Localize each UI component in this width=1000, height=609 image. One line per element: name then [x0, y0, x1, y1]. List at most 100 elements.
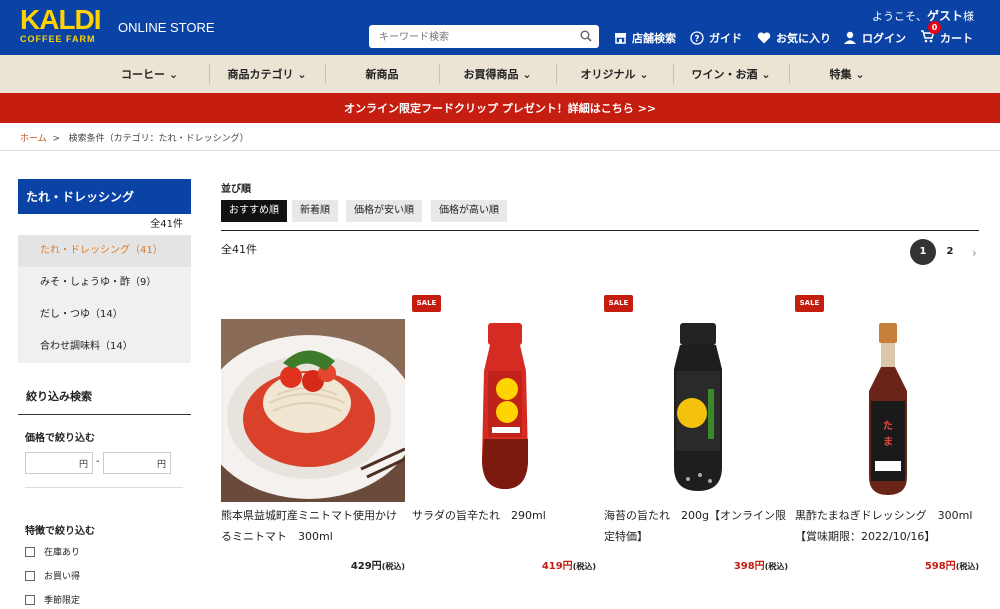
product-price: 429円(税込) [351, 557, 405, 572]
product-image[interactable]: た ま [795, 319, 979, 502]
login-label: ログイン [862, 32, 906, 45]
login-link[interactable]: ログイン [843, 30, 906, 46]
favorites-link[interactable]: お気に入り [757, 30, 831, 46]
menu-features-label: 特集 [829, 68, 852, 81]
menu-wine-label: ワイン・お酒 [691, 68, 758, 81]
filter-in-stock[interactable]: 在庫あり [25, 545, 80, 558]
site-header: KALDI COFFEE FARM ONLINE STORE ようこそ、ゲスト様… [0, 0, 1000, 55]
page-1[interactable]: 1 [910, 239, 936, 265]
sort-recommended[interactable]: おすすめ順 [221, 200, 287, 222]
product-name[interactable]: サラダの旨辛たれ 290ml [412, 505, 596, 526]
sale-badge: SALE [795, 295, 824, 312]
checkbox[interactable] [25, 546, 35, 557]
menu-wine[interactable]: ワイン・お酒 ⌄ [673, 55, 789, 93]
store-search-link[interactable]: 店舗検索 [614, 30, 676, 46]
results-total: 全41件 [221, 243, 257, 256]
store-label: ONLINE STORE [118, 20, 215, 35]
menu-original-label: オリジナル [580, 68, 636, 81]
subcategory-dashi-tsuyu[interactable]: だし・つゆ（14） [18, 299, 191, 331]
price-unit: 円 [156, 460, 166, 470]
store-search-label: 店舗検索 [632, 32, 676, 45]
search-icon[interactable] [580, 30, 592, 42]
divider [0, 150, 1000, 151]
menu-new-items[interactable]: 新商品 [325, 55, 439, 93]
favorites-label: お気に入り [776, 32, 831, 45]
breadcrumb-current: 検索条件（カテゴリ：たれ・ドレッシング） [68, 134, 249, 144]
cart-link[interactable]: 0 カート [920, 21, 973, 46]
price-min-input[interactable]: 円 [25, 452, 93, 474]
product-image[interactable] [412, 319, 596, 502]
filter-in-stock-label: 在庫あり [44, 548, 81, 558]
subcategory-dressing[interactable]: たれ・ドレッシング（41） [18, 235, 191, 267]
filter-bargain-label: お買い得 [44, 572, 81, 582]
breadcrumb-home[interactable]: ホーム [20, 134, 47, 144]
breadcrumb: ホーム > 検索条件（カテゴリ：たれ・ドレッシング） [20, 131, 249, 144]
tax-label: (税込) [955, 562, 979, 571]
promo-banner[interactable]: オンライン限定フードクリップ プレゼント！詳細はこちら >> [0, 93, 1000, 123]
price-max-input[interactable]: 円 [103, 452, 171, 474]
guide-link[interactable]: ? ガイド [690, 30, 742, 46]
product-image[interactable] [221, 319, 405, 502]
checkbox[interactable] [25, 570, 35, 581]
menu-coffee-label: コーヒー [120, 68, 165, 81]
menu-deals-label: お買得商品 [463, 68, 519, 81]
filter-bargain[interactable]: お買い得 [25, 569, 80, 582]
subcategory-miso-soy-vinegar[interactable]: みそ・しょうゆ・酢（9） [18, 267, 191, 299]
price-value: 598円 [924, 561, 956, 572]
store-icon [615, 33, 626, 44]
cart-count-badge: 0 [928, 21, 941, 34]
price-value: 398円 [733, 561, 765, 572]
menu-features[interactable]: 特集 ⌄ [789, 55, 905, 93]
sort-price-low[interactable]: 価格が安い順 [346, 200, 422, 222]
menu-new-items-label: 新商品 [365, 68, 399, 81]
filter-seasonal[interactable]: 季節限定 [25, 593, 80, 606]
price-unit: 円 [78, 460, 88, 470]
product-image[interactable] [604, 319, 788, 502]
chevron-down-icon: ⌄ [168, 67, 179, 81]
sale-badge: SALE [412, 295, 441, 312]
svg-text:ま: ま [883, 436, 893, 448]
kaldi-logo[interactable]: KALDI COFFEE FARM [20, 4, 102, 45]
menu-categories[interactable]: 商品カテゴリ ⌄ [209, 55, 325, 93]
product-name[interactable]: 海苔の旨たれ 200g【オンライン限定特価】 [604, 505, 788, 547]
page-2[interactable]: 2 [937, 239, 963, 265]
product-name[interactable]: 熊本県益城町産ミニトマト使用かけるミニトマト 300ml [221, 505, 405, 547]
product-price: 419円(税込) [542, 557, 596, 572]
menu-original[interactable]: オリジナル ⌄ [556, 55, 673, 93]
chevron-down-icon: ⌄ [522, 67, 532, 81]
product-name[interactable]: 黒酢たまねぎドレッシング 300ml【賞味期限：2022/10/16】 [795, 505, 979, 547]
sort-label: 並び順 [221, 184, 251, 195]
sidebar-count: 全41件 [150, 219, 183, 230]
welcome-text: ようこそ、ゲスト様 [872, 7, 974, 24]
tax-label: (税込) [764, 562, 788, 571]
svg-text:?: ? [694, 35, 699, 45]
logo-main: KALDI [20, 4, 102, 35]
price-filter-title: 価格で絞り込む [25, 433, 95, 444]
user-icon [844, 31, 856, 44]
svg-text:た: た [883, 420, 893, 432]
divider [221, 230, 979, 231]
filter-seasonal-label: 季節限定 [44, 596, 81, 606]
product-price: 598円(税込) [925, 557, 979, 572]
subcategory-mixed-seasoning[interactable]: 合わせ調味料（14） [18, 331, 191, 363]
divider [25, 487, 183, 488]
sale-badge: SALE [604, 295, 633, 312]
menu-coffee[interactable]: コーヒー ⌄ [90, 55, 209, 93]
guide-label: ガイド [709, 32, 742, 45]
help-icon: ? [690, 31, 704, 45]
category-menu: コーヒー ⌄ 商品カテゴリ ⌄ 新商品 お買得商品 ⌄ オリジナル ⌄ ワイン・… [0, 55, 1000, 93]
chevron-down-icon: ⌄ [297, 67, 307, 81]
menu-deals[interactable]: お買得商品 ⌄ [439, 55, 556, 93]
heart-icon [757, 32, 771, 44]
chevron-down-icon: ⌄ [761, 67, 771, 81]
sort-price-high[interactable]: 価格が高い順 [431, 200, 507, 222]
search-input[interactable] [369, 26, 569, 49]
checkbox[interactable] [25, 594, 35, 605]
chevron-down-icon: ⌄ [639, 67, 649, 81]
sort-newest[interactable]: 新着順 [292, 200, 338, 222]
chevron-right-icon[interactable]: › [972, 246, 977, 260]
filter-title: 絞り込み検索 [18, 388, 191, 415]
product-price: 398円(税込) [734, 557, 788, 572]
logo-sub: COFFEE FARM [20, 34, 96, 44]
menu-categories-label: 商品カテゴリ [227, 68, 294, 81]
